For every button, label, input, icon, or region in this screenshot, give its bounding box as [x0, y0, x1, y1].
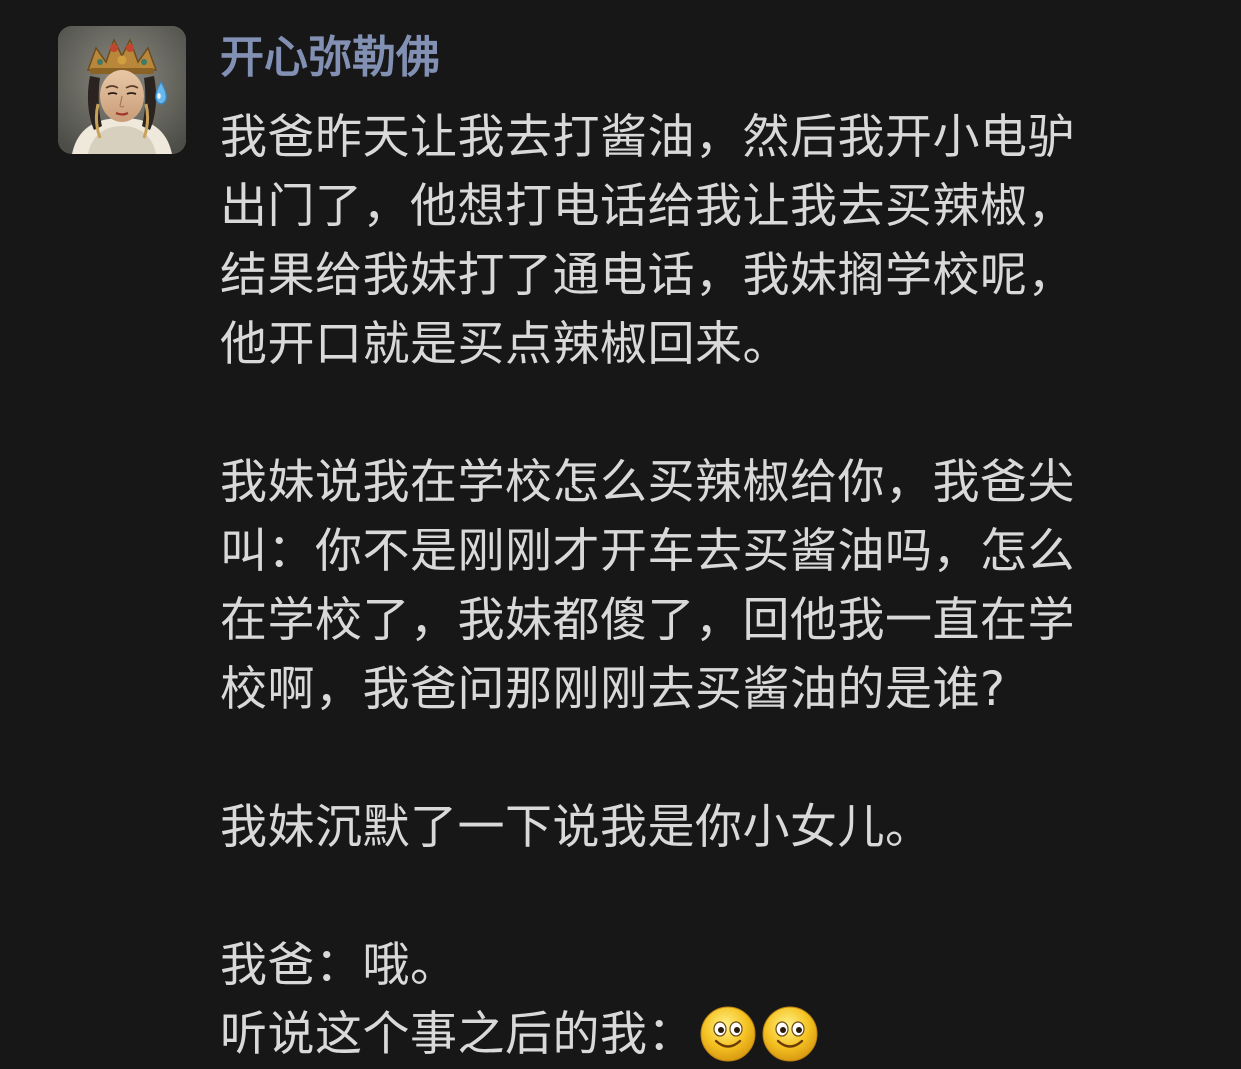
- text-line: 出门了，他想打电话给我让我去买辣椒，: [220, 179, 1075, 234]
- smiling-face-emoji-icon: [699, 1005, 757, 1063]
- text-line-with-emoji: 听说这个事之后的我：: [220, 1000, 1200, 1069]
- smiling-face-emoji-icon: [761, 1005, 819, 1063]
- user-avatar[interactable]: [58, 26, 186, 154]
- text-line: 校啊，我爸问那刚刚去买酱油的是谁?: [220, 662, 1006, 717]
- text-line: 我妹沉默了一下说我是你小女儿。: [220, 800, 933, 855]
- text-line: 结果给我妹打了通电话，我妹搁学校呢，: [220, 248, 1075, 303]
- username[interactable]: 开心弥勒佛: [220, 28, 440, 88]
- post-body: 我爸昨天让我去打酱油，然后我开小电驴 出门了，他想打电话给我让我去买辣椒， 结果…: [220, 103, 1200, 1069]
- text-line: 听说这个事之后的我：: [220, 1007, 695, 1062]
- text-line: 我妹说我在学校怎么买辣椒给你，我爸尖: [220, 455, 1075, 510]
- text-line: 我爸：哦。: [220, 938, 458, 993]
- text-line: 在学校了，我妹都傻了，回他我一直在学: [220, 593, 1075, 648]
- post-card: 开心弥勒佛 我爸昨天让我去打酱油，然后我开小电驴 出门了，他想打电话给我让我去买…: [0, 0, 1241, 1069]
- text-line: 叫：你不是刚刚才开车去买酱油吗，怎么: [220, 524, 1075, 579]
- text-line: 他开口就是买点辣椒回来。: [220, 317, 790, 372]
- bodhisattva-statue-icon: [58, 26, 186, 154]
- text-line: 我爸昨天让我去打酱油，然后我开小电驴: [220, 110, 1075, 165]
